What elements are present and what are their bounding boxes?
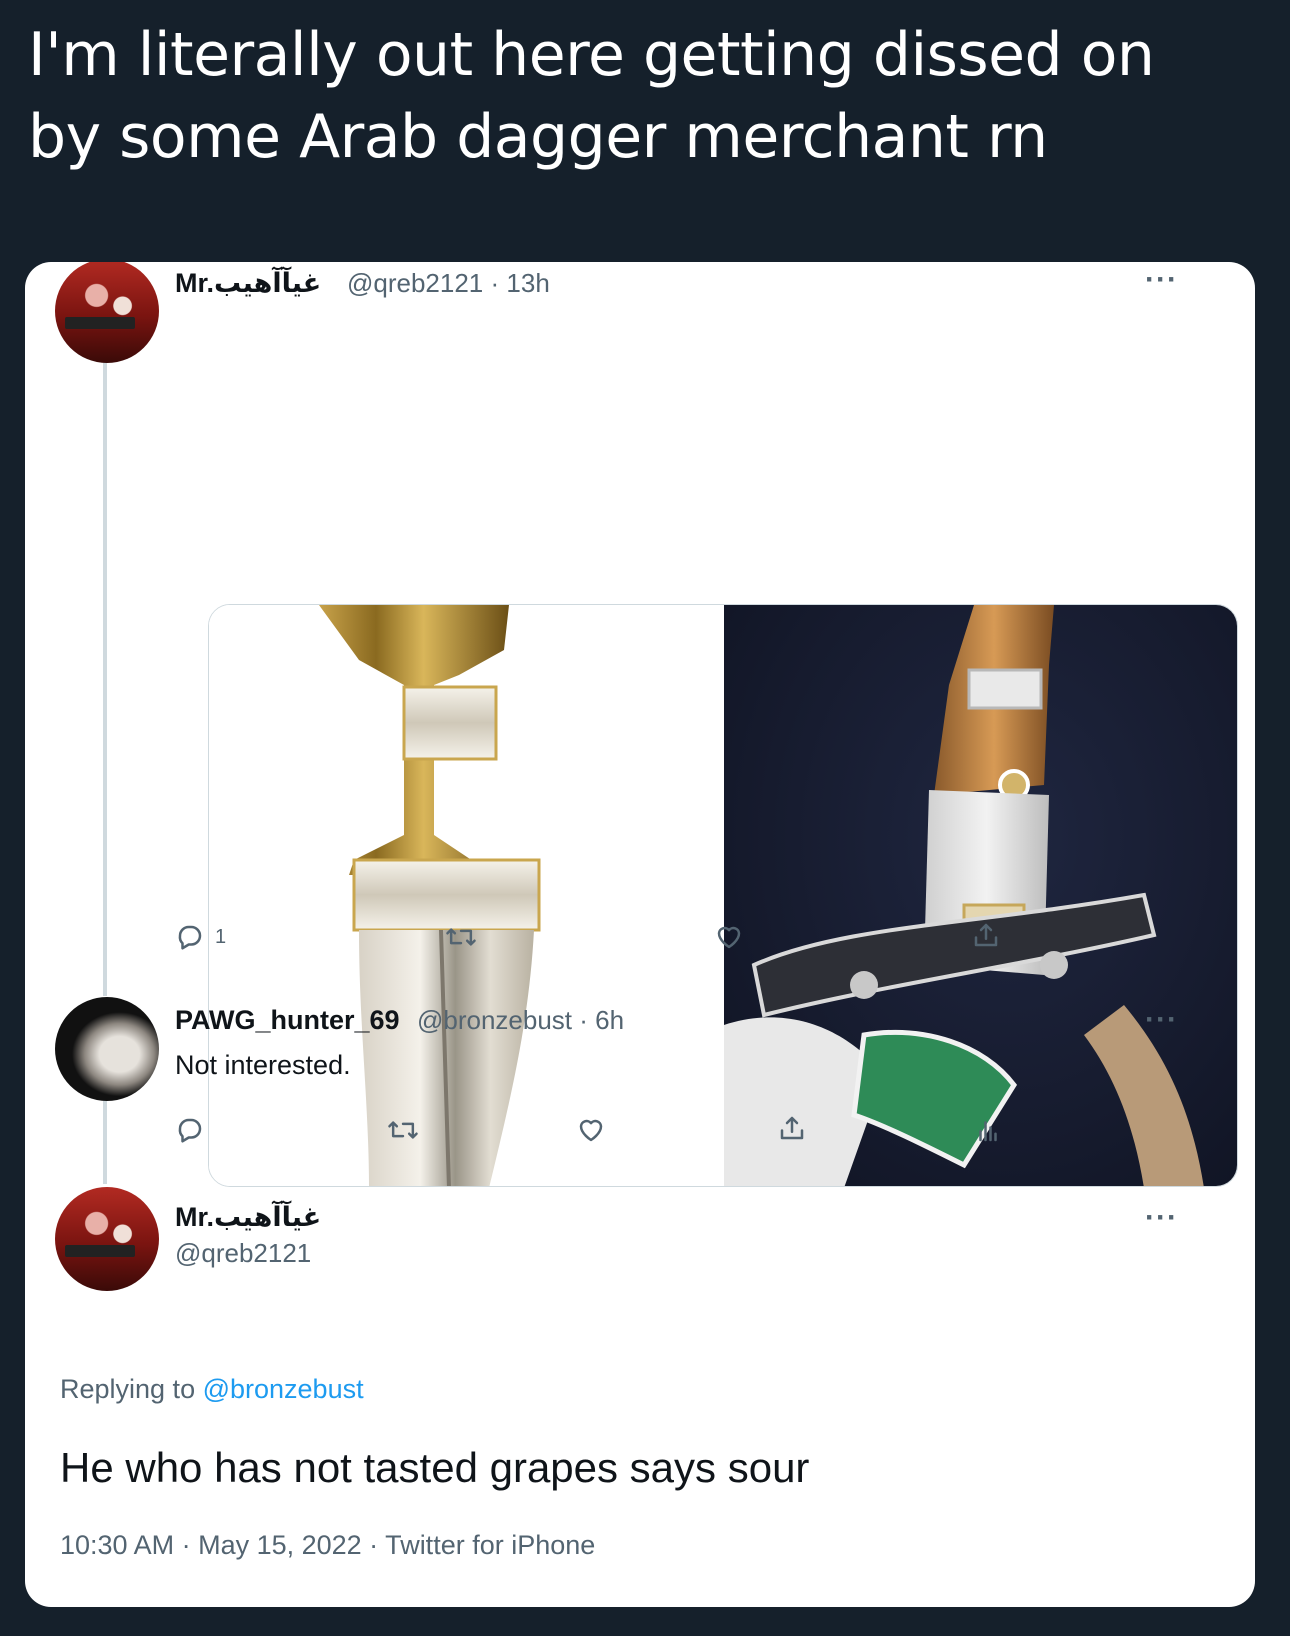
tweet2-text: Not interested.	[175, 1050, 351, 1080]
tweet-thread-card: Mr.غيآآهيب @qreb2121 · 13h ··· 1 PAWG_hu…	[25, 262, 1255, 1607]
replying-to: Replying to @bronzebust	[60, 1374, 364, 1405]
avatar[interactable]	[55, 1187, 159, 1291]
share-button[interactable]	[971, 920, 1001, 950]
tweet1-handle[interactable]: @qreb2121	[347, 268, 483, 298]
tweet2-time: · 6h	[579, 1005, 625, 1035]
thread-line	[103, 1088, 107, 1184]
caption-line-1: I'm literally out here getting dissed on	[28, 20, 1155, 90]
share-icon	[974, 923, 998, 947]
share-icon	[780, 1116, 804, 1140]
meme-caption: I'm literally out here getting dissed on…	[28, 14, 1268, 178]
thread-line	[103, 360, 107, 996]
reply-button[interactable]	[175, 1115, 205, 1145]
retweet-icon	[446, 928, 476, 946]
tweet2-handle-time[interactable]: @bronzebust · 6h	[417, 1005, 624, 1036]
tweet1-media[interactable]	[208, 604, 1238, 1187]
tweet3-text: He who has not tasted grapes says sour	[60, 1444, 810, 1491]
analytics-icon	[979, 1121, 997, 1142]
tweet1-handle-time[interactable]: @qreb2121 · 13h	[347, 268, 550, 299]
more-options-button[interactable]: ···	[1145, 1203, 1178, 1233]
tweet2-handle[interactable]: @bronzebust	[417, 1005, 572, 1035]
tweet1-time: · 13h	[490, 268, 550, 298]
dagger-photo-left[interactable]	[209, 605, 724, 1186]
heart-icon	[579, 1119, 603, 1142]
avatar[interactable]	[55, 262, 159, 363]
retweet-button[interactable]	[387, 1115, 419, 1145]
tweet3-handle[interactable]: @qreb2121	[175, 1238, 311, 1269]
tweet3-timestamp[interactable]: 10:30 AM · May 15, 2022 · Twitter for iP…	[60, 1530, 595, 1561]
more-options-button[interactable]: ···	[1145, 1005, 1178, 1035]
reply-icon	[178, 925, 202, 950]
avatar[interactable]	[55, 997, 159, 1101]
retweet-button[interactable]	[445, 922, 477, 952]
reply-button[interactable]: 1	[175, 922, 226, 952]
tweet1-display-name[interactable]: Mr.غيآآهيب	[175, 268, 321, 299]
share-button[interactable]	[777, 1113, 807, 1143]
replying-to-link[interactable]: @bronzebust	[203, 1374, 364, 1404]
analytics-button[interactable]	[973, 1115, 1003, 1145]
tweet2-display-name[interactable]: PAWG_hunter_69	[175, 1005, 400, 1036]
reply-icon	[178, 1118, 202, 1143]
like-button[interactable]	[575, 1115, 607, 1145]
retweet-icon	[388, 1121, 418, 1139]
dagger-photo-right[interactable]	[724, 605, 1237, 1186]
like-button[interactable]	[713, 922, 745, 952]
heart-icon	[717, 926, 741, 949]
jambiya-image	[724, 605, 1204, 1186]
tweet3-display-name[interactable]: Mr.غيآآهيب	[175, 1202, 321, 1233]
caption-line-2: by some Arab dagger merchant rn	[28, 102, 1048, 172]
reply-count: 1	[215, 925, 227, 948]
replying-prefix: Replying to	[60, 1374, 203, 1404]
dagger-image	[209, 605, 721, 1186]
more-options-button[interactable]: ···	[1145, 265, 1178, 295]
